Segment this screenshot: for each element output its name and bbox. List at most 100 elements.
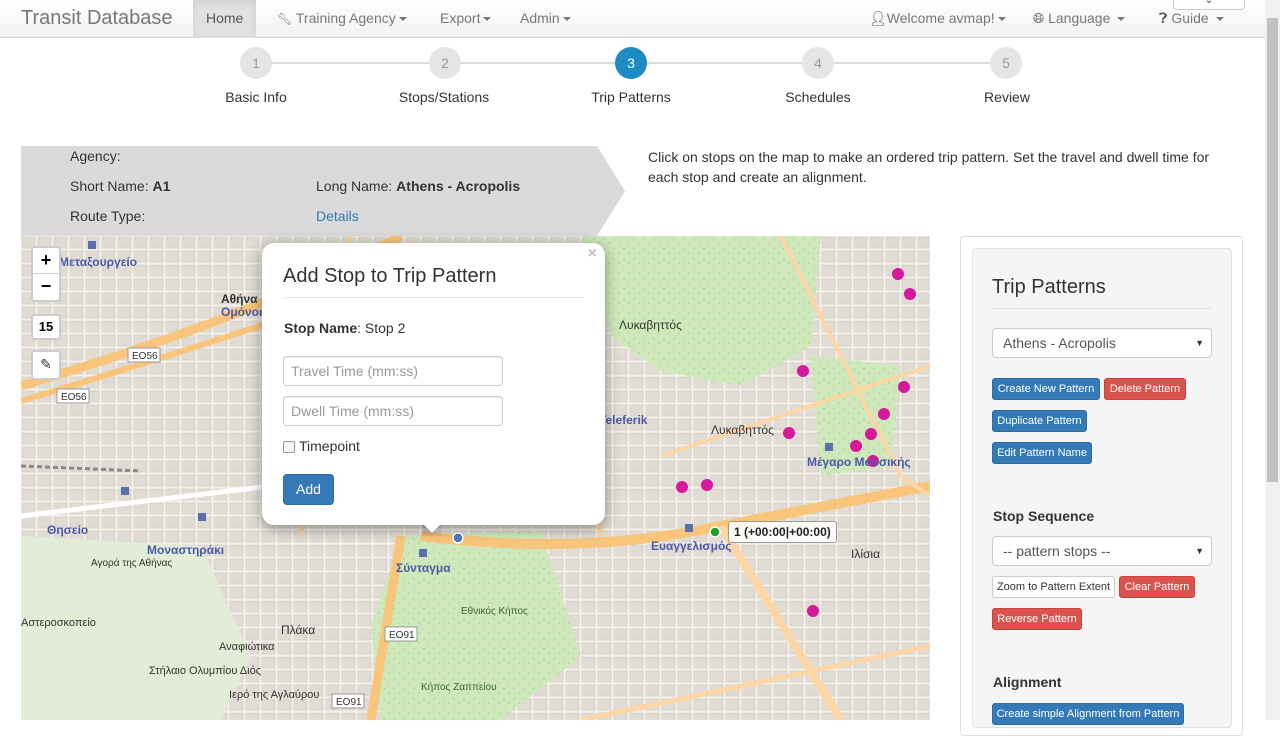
wizard-step-label[interactable]: Stops/Stations (374, 89, 514, 105)
zoom-control: + − (31, 246, 61, 302)
scrollbar-thumb[interactable] (1267, 18, 1278, 482)
long-name-label: Long Name: (316, 178, 393, 194)
guide-collapse-tab[interactable]: ⌄ (1173, 0, 1245, 10)
road-shield: ΕΟ56 (61, 392, 87, 403)
short-name-label: Short Name: (70, 178, 149, 194)
wizard-step-label[interactable]: Basic Info (186, 89, 326, 105)
nav-export[interactable]: Export (427, 0, 504, 38)
add-stop-button[interactable]: Add (283, 474, 334, 505)
map-label: Μέγαρο Μουσικής (807, 455, 911, 469)
popup-close-button[interactable]: × (588, 245, 597, 263)
nav-training-agency-label: Training Agency (295, 10, 396, 26)
map-label: Κήπος Ζαππείου (421, 681, 497, 693)
map-label: Ευαγγελισμός (651, 539, 732, 553)
nav-user[interactable]: 👤︎Welcome avmap! (856, 0, 1019, 38)
nav-guide-label: Guide (1171, 10, 1209, 26)
brand[interactable]: Transit Database (21, 7, 173, 30)
wizard-step-3[interactable]: 3 (615, 47, 647, 79)
clear-pattern-button[interactable]: Clear Pattern (1119, 576, 1195, 598)
navbar: Transit Database Home 🔧︎ Training Agency… (0, 0, 1265, 38)
short-name-value: A1 (152, 178, 171, 194)
create-pattern-button[interactable]: Create New Pattern (992, 378, 1100, 400)
nav-export-label: Export (440, 10, 481, 26)
popup-tip (422, 524, 442, 536)
chevron-down-icon: ▼ (1195, 338, 1204, 348)
caret-down-icon (1117, 17, 1126, 22)
pattern-stops-value: -- pattern stops -- (1003, 543, 1111, 559)
wizard-step-1[interactable]: 1 (240, 47, 272, 79)
dwell-time-input[interactable] (283, 396, 503, 426)
wizard-step-2[interactable]: 2 (429, 47, 461, 79)
route-info-arrow (597, 146, 625, 236)
short-name-field: Short Name: A1 (70, 178, 170, 194)
road-shield: ΕΟ91 (336, 697, 362, 708)
question-circle-icon: ❓︎ (1159, 10, 1168, 26)
timepoint-checkbox[interactable] (283, 441, 295, 453)
duplicate-pattern-button[interactable]: Duplicate Pattern (992, 410, 1087, 432)
nav-admin[interactable]: Admin (507, 0, 584, 38)
wizard-step-label[interactable]: Review (937, 89, 1077, 105)
wizard-step-4[interactable]: 4 (802, 47, 834, 79)
wizard-step-label[interactable]: Schedules (748, 89, 888, 105)
nav-language[interactable]: 🌐︎ Language (1020, 0, 1138, 38)
pattern-stops-select[interactable]: -- pattern stops -- ▼ (992, 536, 1212, 566)
long-name-value: Athens - Acropolis (396, 178, 521, 194)
caret-down-icon (1215, 17, 1224, 22)
nav-home[interactable]: Home (193, 0, 257, 38)
reverse-pattern-button[interactable]: Reverse Pattern (992, 608, 1082, 630)
map-label: Αναφιώτικα (219, 641, 275, 653)
zoom-level-display: 15 (31, 314, 61, 340)
wrench-icon: 🔧︎ (277, 12, 293, 26)
map-label: Λυκαβηττός (619, 318, 682, 332)
travel-time-input[interactable] (283, 356, 503, 386)
map-label: Ιερό της Αγλαύρου (229, 689, 319, 701)
road-shield: ΕΟ56 (132, 351, 158, 362)
map-label: Πλάκα (281, 623, 315, 637)
map-label: Λυκαβηττός (711, 423, 774, 437)
map-label: Σύνταγμα (396, 561, 451, 575)
edit-drawing-button[interactable]: ✎ (31, 350, 61, 380)
side-panel-well (972, 248, 1232, 728)
chevron-down-icon: ▼ (1195, 546, 1204, 556)
edit-pattern-name-button[interactable]: Edit Pattern Name (992, 442, 1092, 464)
panel-title: Trip Patterns (992, 276, 1106, 298)
map-label: Αγορά της Αθήνας (91, 557, 172, 569)
zoom-in-button[interactable]: + (33, 248, 59, 274)
map-label: Εθνικός Κήπος (461, 605, 528, 617)
caret-down-icon (398, 17, 407, 22)
delete-pattern-button[interactable]: Delete Pattern (1104, 378, 1186, 400)
map-label: Αστεροσκοπείο (21, 617, 96, 629)
stop-sequence-title: Stop Sequence (993, 508, 1095, 524)
map-label: Teleferik (599, 413, 648, 427)
popup-divider (283, 297, 584, 298)
road-shield: ΕΟ91 (389, 630, 415, 641)
create-alignment-button[interactable]: Create simple Alignment from Pattern (992, 703, 1184, 725)
caret-down-icon (562, 17, 571, 22)
chevron-down-icon: ⌄ (1204, 0, 1214, 6)
map-label: Μεταξουργείο (59, 255, 137, 269)
route-type-label: Route Type: (70, 208, 146, 224)
map-label: Μοναστηράκι (147, 543, 224, 557)
zoom-extent-button[interactable]: Zoom to Pattern Extent (992, 576, 1115, 598)
wizard-step-label[interactable]: Trip Patterns (561, 89, 701, 105)
timepoint-row[interactable]: Timepoint (283, 438, 360, 454)
stop-name-row: Stop Name: Stop 2 (284, 320, 406, 336)
stop-time-tooltip: 1 (+00:00|+00:00) (728, 521, 837, 543)
add-stop-popup: × Add Stop to Trip Pattern Stop Name: St… (262, 243, 605, 525)
help-text: Click on stops on the map to make an ord… (648, 149, 1210, 185)
popup-title: Add Stop to Trip Pattern (283, 265, 497, 287)
nav-training-agency[interactable]: 🔧︎ Training Agency (264, 0, 420, 38)
wizard-step-5[interactable]: 5 (990, 47, 1022, 79)
pattern-select[interactable]: Athens - Acropolis ▼ (992, 328, 1212, 358)
page-scrollbar[interactable] (1265, 0, 1280, 720)
map-label: Αθήνα (221, 292, 258, 306)
nav-admin-label: Admin (520, 10, 560, 26)
map-label: Στήλαιο Ολυμπίου Διός (149, 665, 261, 677)
map-label: Θησείο (47, 523, 88, 537)
details-link[interactable]: Details (316, 208, 359, 224)
zoom-out-button[interactable]: − (33, 274, 59, 300)
stop-name-label: Stop Name (284, 320, 358, 336)
globe-icon: 🌐︎ (1033, 10, 1045, 26)
caret-down-icon (997, 17, 1006, 22)
user-icon: 👤︎ (869, 10, 887, 26)
